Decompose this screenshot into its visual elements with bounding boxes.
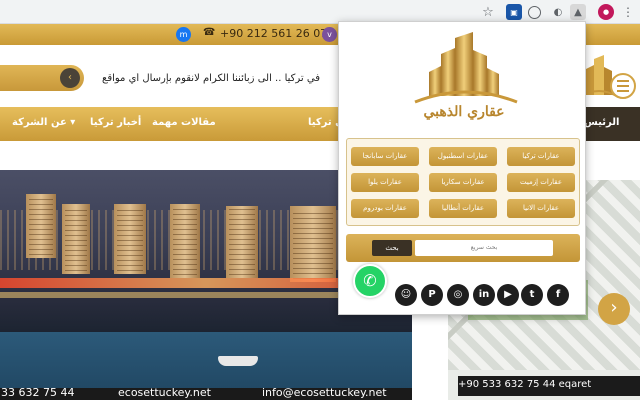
youtube-icon[interactable]: ▶ bbox=[497, 284, 519, 306]
pinterest-icon[interactable]: P bbox=[421, 284, 443, 306]
quick-search: بحث بحث سريع bbox=[346, 234, 580, 262]
slider-caption: +90 533 632 75 44 eqaret bbox=[458, 376, 640, 396]
nav-item-articles[interactable]: مقالات مهمة bbox=[152, 117, 216, 128]
search-button[interactable]: بحث bbox=[372, 240, 412, 256]
phone-icon: ☎ bbox=[203, 27, 216, 38]
nav-item-turkey-news[interactable]: أخبار تركيا bbox=[90, 117, 141, 128]
chevron-left-icon[interactable]: ‹ bbox=[60, 68, 80, 88]
city-grid: عقارات تركيا عقارات اسطنبول عقارات سابان… bbox=[346, 138, 580, 226]
extension-icon-a[interactable]: ▣ bbox=[506, 4, 522, 20]
bookmark-star-icon[interactable]: ☆ bbox=[480, 4, 496, 20]
city-button[interactable]: عقارات بودروم bbox=[351, 199, 419, 218]
city-button[interactable]: عقارات يلوا bbox=[351, 173, 419, 192]
city-button[interactable]: عقارات إزميت bbox=[507, 173, 575, 192]
extension-icon-c[interactable]: ◐ bbox=[550, 4, 566, 20]
popup-logo-text: عقاري الذهبي bbox=[423, 104, 505, 120]
city-button[interactable]: عقارات سابانجا bbox=[351, 147, 419, 166]
facebook-icon[interactable]: f bbox=[547, 284, 569, 306]
extension-icon-aqari[interactable]: ▲ bbox=[570, 4, 586, 20]
browser-menu-icon[interactable]: ⋮ bbox=[620, 4, 636, 20]
city-button[interactable]: عقارات أنطاليا bbox=[429, 199, 497, 218]
footer-phone: 533 632 75 44 bbox=[0, 388, 75, 399]
whatsapp-icon[interactable]: ✆ bbox=[353, 264, 387, 298]
messenger-icon[interactable]: m bbox=[176, 27, 191, 42]
city-button[interactable]: عقارات اسطنبول bbox=[429, 147, 497, 166]
hero-footer: 533 632 75 44 ecosettuckey.net info@ecos… bbox=[0, 388, 412, 400]
viber-icon[interactable]: v bbox=[322, 27, 337, 42]
hamburger-menu-icon[interactable] bbox=[610, 73, 636, 99]
snapchat-icon[interactable]: ☺ bbox=[395, 284, 417, 306]
city-button[interactable]: عقارات سكاريا bbox=[429, 173, 497, 192]
slider-next-icon[interactable]: › bbox=[598, 293, 630, 325]
footer-site: ecosettuckey.net bbox=[118, 388, 211, 399]
instagram-icon[interactable]: ◎ bbox=[447, 284, 469, 306]
boat bbox=[218, 356, 258, 366]
address-bar[interactable] bbox=[0, 2, 500, 22]
footer-email: info@ecosettuckey.net bbox=[262, 388, 387, 399]
search-input[interactable]: بحث سريع bbox=[415, 240, 553, 256]
nav-item-about[interactable]: عن الشركة ▾ bbox=[12, 117, 75, 128]
city-button[interactable]: عقارات الانيا bbox=[507, 199, 575, 218]
linkedin-icon[interactable]: in bbox=[473, 284, 495, 306]
twitter-icon[interactable]: t bbox=[521, 284, 543, 306]
header-search-pill[interactable]: ‹ bbox=[0, 65, 84, 91]
extension-icon-e[interactable]: ● bbox=[598, 4, 614, 20]
contact-phone[interactable]: +90 212 561 26 07 bbox=[220, 27, 327, 40]
news-ticker: في تركيا .. الى زبائننا الكرام لانقوم بإ… bbox=[102, 73, 320, 84]
extension-icon-b[interactable] bbox=[528, 6, 541, 19]
city-button[interactable]: عقارات تركيا bbox=[507, 147, 575, 166]
